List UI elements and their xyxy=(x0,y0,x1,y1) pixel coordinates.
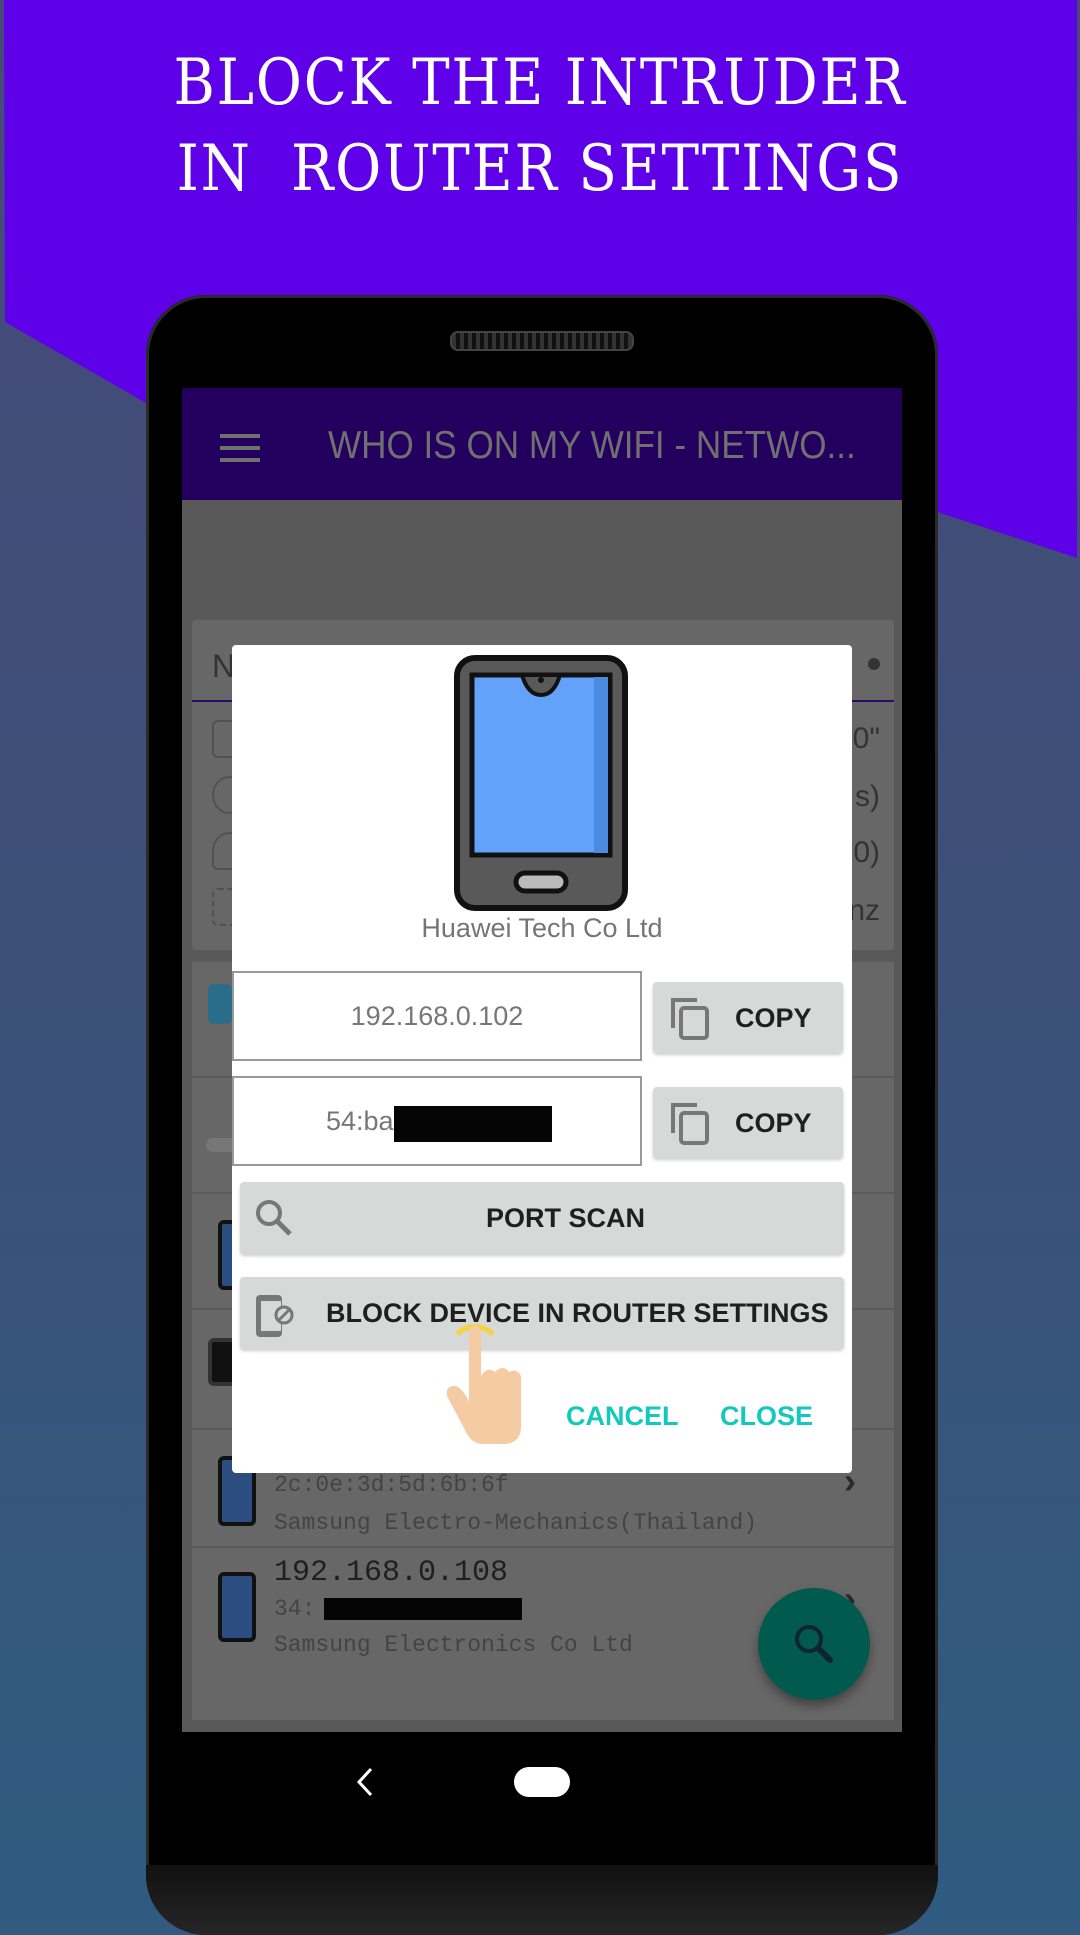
info-value-1: 0" xyxy=(852,722,880,755)
copy-mac-label: COPY xyxy=(735,1108,812,1138)
smartphone-icon xyxy=(454,655,628,911)
device-mac: 2c:0e:3d:5d:6b:6f xyxy=(274,1472,509,1498)
phone-chin xyxy=(146,1865,938,1935)
cancel-button[interactable]: CANCEL xyxy=(566,1401,679,1432)
more-dots-icon[interactable] xyxy=(868,658,880,670)
headline-line-2: IN ROUTER SETTINGS xyxy=(176,132,904,206)
port-scan-button[interactable]: PORT SCAN xyxy=(240,1182,844,1254)
device-mac: 34: xyxy=(274,1596,316,1622)
phone-block-icon xyxy=(256,1295,294,1337)
app-title: WHO IS ON MY WIFI - NETWO... xyxy=(328,424,856,467)
port-scan-label: PORT SCAN xyxy=(486,1203,646,1233)
block-device-label: BLOCK DEVICE IN ROUTER SETTINGS xyxy=(326,1298,829,1328)
hamburger-icon[interactable] xyxy=(220,434,260,462)
device-vendor: Samsung Electronics Co Ltd xyxy=(274,1632,633,1658)
copy-icon xyxy=(671,998,709,1040)
back-icon[interactable] xyxy=(355,1767,375,1797)
copy-icon xyxy=(671,1103,709,1145)
scan-fab[interactable] xyxy=(758,1588,870,1700)
speaker-grille xyxy=(450,331,634,351)
info-value-2: s) xyxy=(855,780,880,813)
device-ip: 192.168.0.108 xyxy=(274,1556,509,1590)
ip-field[interactable]: 192.168.0.102 xyxy=(232,971,642,1061)
copy-ip-button[interactable]: COPY xyxy=(653,982,843,1053)
device-vendor-name: Huawei Tech Co Ltd xyxy=(421,913,663,943)
ip-value: 192.168.0.102 xyxy=(350,1001,524,1031)
device-vendor: Samsung Electro-Mechanics(Thailand) xyxy=(274,1510,758,1536)
info-value-4: nz xyxy=(848,894,880,927)
search-icon xyxy=(795,1625,833,1663)
tap-hand-icon xyxy=(446,1324,521,1444)
close-button[interactable]: CLOSE xyxy=(720,1401,813,1432)
redacted-mac xyxy=(394,1106,552,1142)
search-icon xyxy=(256,1200,292,1236)
copy-ip-label: COPY xyxy=(735,1003,812,1033)
headline-line-1: BLOCK THE INTRUDER xyxy=(173,46,907,120)
printer-icon xyxy=(208,984,232,1024)
info-value-3: 0) xyxy=(853,836,880,869)
mac-field[interactable]: 54:ba xyxy=(232,1076,642,1166)
promo-headline: BLOCK THE INTRUDER IN ROUTER SETTINGS xyxy=(65,40,1015,212)
copy-mac-button[interactable]: COPY xyxy=(653,1087,843,1158)
mac-value: 54:ba xyxy=(326,1106,394,1136)
phone-icon xyxy=(218,1572,256,1642)
redacted-mac xyxy=(324,1598,522,1620)
home-pill-icon[interactable] xyxy=(514,1767,570,1797)
app-bar: WHO IS ON MY WIFI - NETWO... xyxy=(182,388,902,500)
